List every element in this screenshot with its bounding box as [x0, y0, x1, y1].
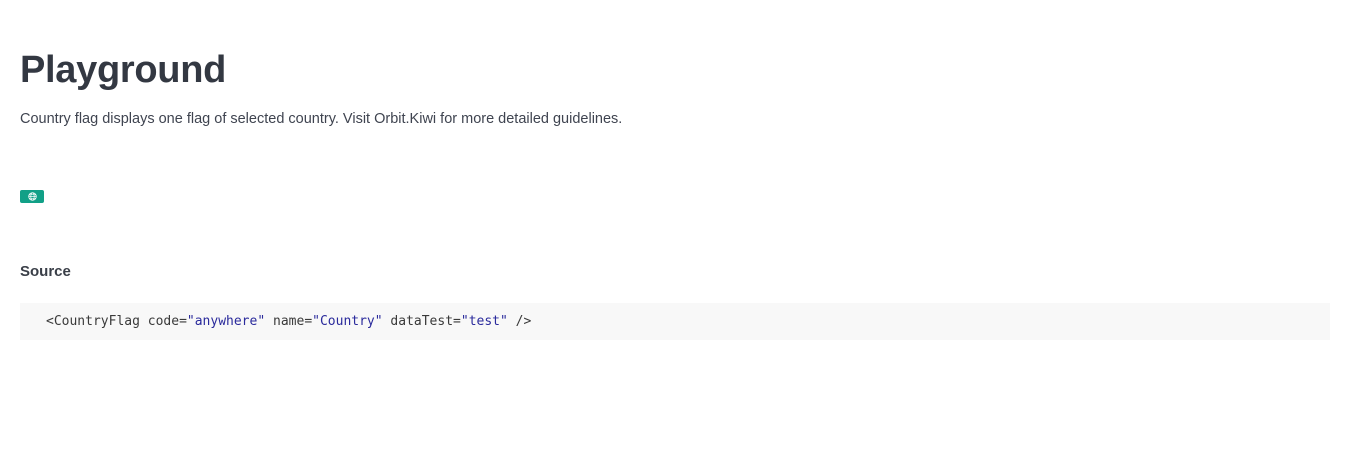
code-tag-name: CountryFlag — [53, 313, 140, 329]
code-attr-value: "test" — [460, 313, 508, 329]
code-attr-value: "Country" — [312, 313, 383, 329]
source-code-line: <CountryFlag code="anywhere" name="Count… — [46, 313, 532, 329]
code-attr-name: dataTest — [390, 313, 454, 329]
page-description: Country flag displays one flag of select… — [20, 111, 623, 127]
code-open-bracket: < — [46, 313, 54, 329]
code-attr-value: "anywhere" — [186, 313, 266, 329]
country-flag-anywhere — [20, 190, 44, 203]
globe-icon — [27, 192, 37, 201]
code-attr-name: name — [273, 313, 305, 329]
source-heading: Source — [20, 263, 71, 280]
code-attr-name: code — [147, 313, 180, 329]
page-title: Playground — [20, 49, 227, 91]
code-close: /> — [507, 313, 532, 329]
source-code-block[interactable]: <CountryFlag code="anywhere" name="Count… — [20, 303, 1330, 340]
